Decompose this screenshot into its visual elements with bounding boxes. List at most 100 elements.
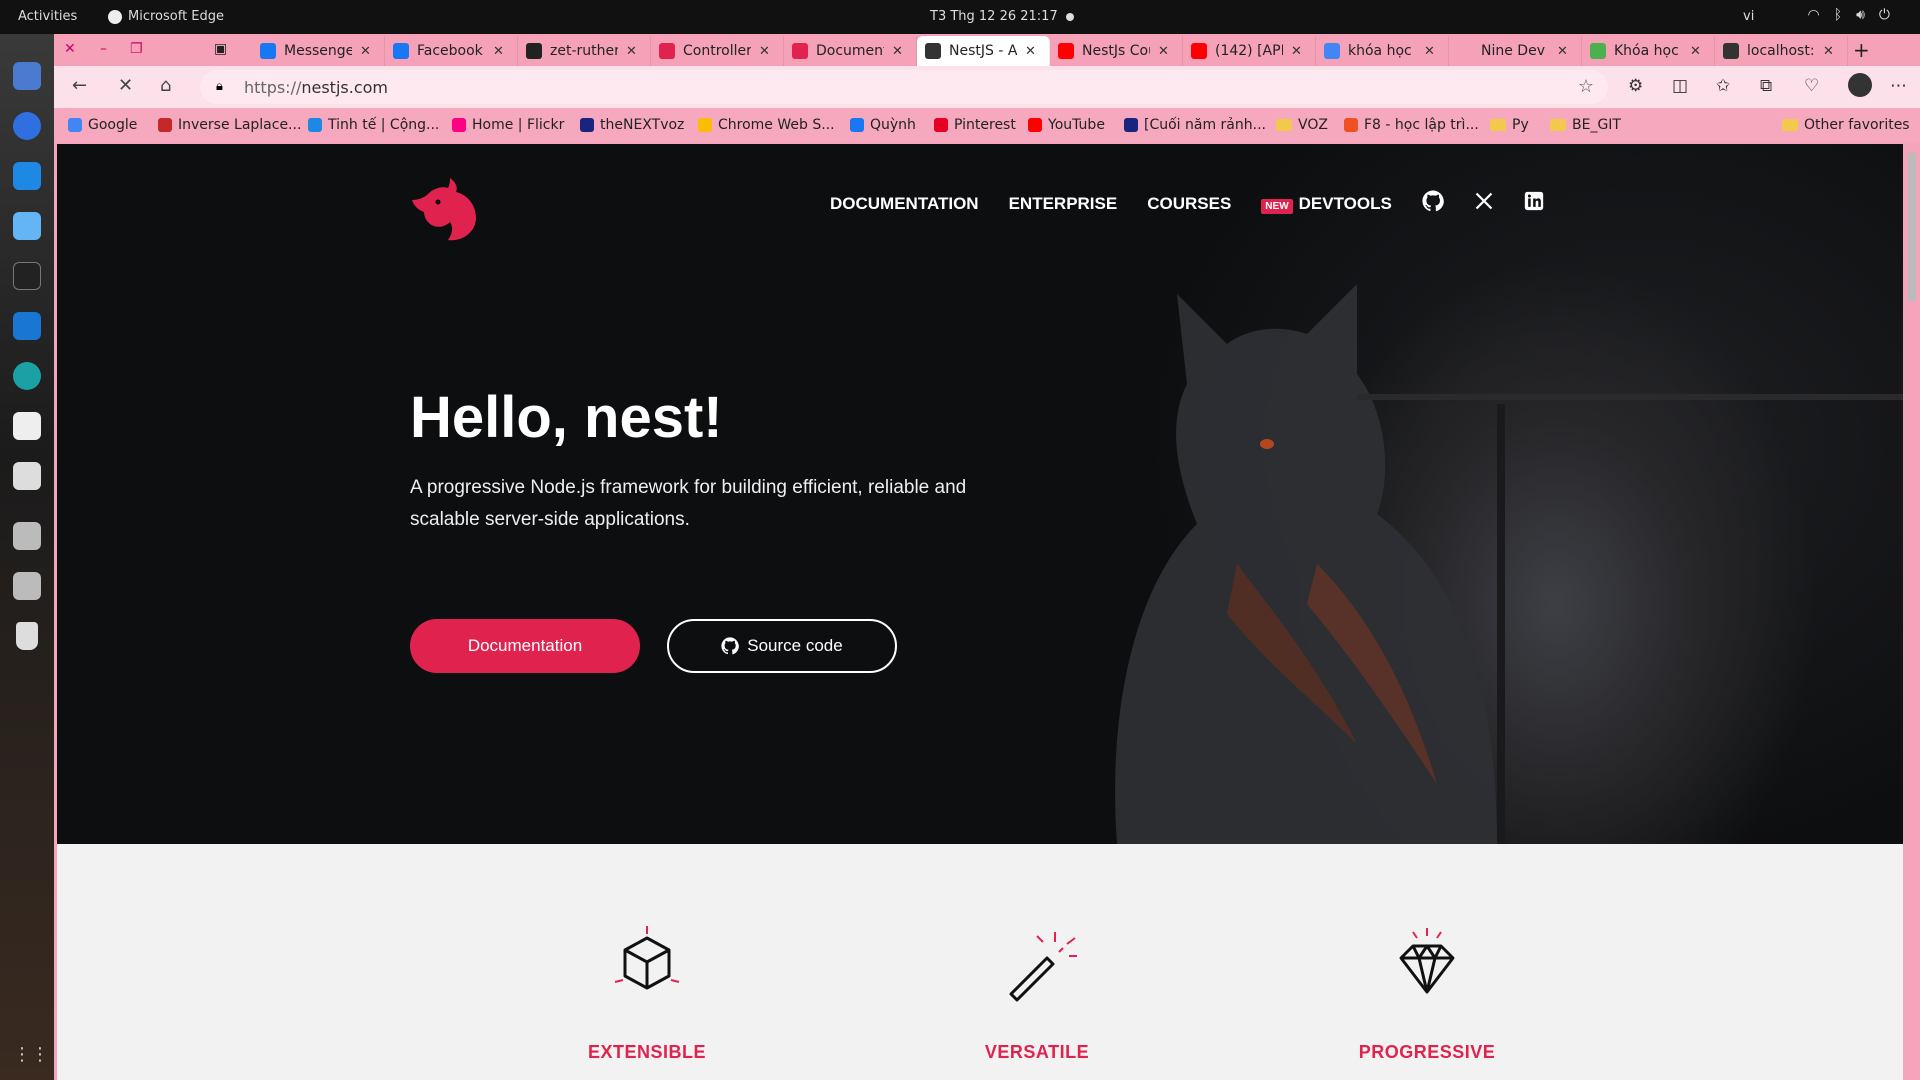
browser-tab[interactable]: Facebook ✕	[385, 36, 518, 66]
bookmark-favicon-icon	[698, 118, 712, 132]
edge-app-icon[interactable]	[13, 362, 41, 390]
bookmark-item[interactable]: F8 - học lập trì...	[1344, 117, 1479, 133]
lock-icon[interactable]: 🔒︎	[216, 79, 223, 94]
bookmark-item[interactable]: Tinh tế | Cộng...	[308, 117, 439, 133]
trash-icon[interactable]	[16, 622, 38, 650]
page-scrollbar[interactable]	[1908, 152, 1916, 1072]
bookmark-item[interactable]: Google	[68, 117, 137, 133]
tab-favicon-icon	[393, 43, 409, 59]
bookmark-item[interactable]: theNEXTvoz	[580, 117, 684, 133]
favorite-star-icon[interactable]: ☆	[1578, 76, 1594, 97]
url-text[interactable]: https://nestjs.com	[244, 78, 388, 97]
browser-tab[interactable]: khóa học ✕	[1316, 36, 1449, 66]
settings-app-icon[interactable]	[13, 62, 41, 90]
activities-button[interactable]: Activities	[18, 9, 77, 24]
close-tab-icon[interactable]: ✕	[759, 44, 770, 59]
collections-icon[interactable]: ⧉	[1760, 76, 1772, 96]
apps-grid-icon[interactable]: ⋮⋮	[13, 1044, 49, 1072]
extensions-icon[interactable]: ⚙	[1628, 76, 1643, 96]
tab-favicon-icon	[925, 43, 941, 59]
app-store-icon[interactable]	[13, 162, 41, 190]
nestjs-logo-icon[interactable]	[410, 174, 480, 244]
close-tab-icon[interactable]: ✕	[493, 44, 504, 59]
app-menu[interactable]: Microsoft Edge	[108, 9, 224, 24]
close-tab-icon[interactable]: ✕	[1291, 44, 1302, 59]
restore-window-icon[interactable]: ❐	[130, 41, 143, 57]
github-icon[interactable]	[1422, 190, 1444, 218]
close-window-icon[interactable]: ✕	[64, 41, 76, 57]
magic-wand-icon	[1009, 932, 1077, 1002]
documentation-button[interactable]: Documentation	[410, 619, 640, 673]
browser-tab[interactable]: zet-rutherford ✕	[518, 36, 651, 66]
browser-tab[interactable]: (142) [API ✕	[1183, 36, 1316, 66]
browser-tab[interactable]: NestJS - A ✕	[917, 36, 1050, 66]
screenshot-app-icon[interactable]	[13, 462, 41, 490]
close-tab-icon[interactable]: ✕	[1690, 44, 1701, 59]
profile-avatar[interactable]	[1848, 73, 1872, 97]
nav-documentation[interactable]: DOCUMENTATION	[830, 194, 979, 214]
input-language[interactable]: vi	[1743, 9, 1754, 24]
browser-tab[interactable]: Documentation ✕	[784, 36, 917, 66]
x-twitter-icon[interactable]	[1474, 191, 1494, 217]
bookmark-item[interactable]: YouTube	[1028, 117, 1105, 133]
split-screen-icon[interactable]: ◫	[1672, 76, 1688, 96]
close-tab-icon[interactable]: ✕	[1158, 44, 1169, 59]
bookmark-item[interactable]: Pinterest	[934, 117, 1016, 133]
close-tab-icon[interactable]: ✕	[360, 44, 371, 59]
browser-tab[interactable]: localhost: ✕	[1715, 36, 1848, 66]
evernote-app-icon[interactable]	[13, 412, 41, 440]
minimize-window-icon[interactable]: –	[100, 41, 107, 57]
bluetooth-icon: ᛒ	[1833, 7, 1843, 23]
address-bar[interactable]: 🔒︎ https://nestjs.com ☆	[200, 70, 1608, 104]
new-tab-button[interactable]: +	[1853, 38, 1870, 62]
close-tab-icon[interactable]: ✕	[1424, 44, 1435, 59]
files-app-icon[interactable]	[13, 212, 41, 240]
bookmark-item[interactable]: Inverse Laplace...	[158, 117, 301, 133]
bookmark-item[interactable]: Chrome Web S...	[698, 117, 835, 133]
browser-app-icon[interactable]	[13, 112, 41, 140]
home-button[interactable]: ⌂	[160, 75, 171, 96]
other-favorites[interactable]: Other favorites	[1782, 117, 1910, 133]
close-tab-icon[interactable]: ✕	[1025, 44, 1036, 59]
tab-title: Documentation	[816, 43, 884, 59]
bookmark-favicon-icon	[1344, 118, 1358, 132]
tab-title: Khóa học	[1614, 43, 1679, 59]
close-tab-icon[interactable]: ✕	[1557, 44, 1568, 59]
clock[interactable]: T3 Thg 12 26 21:17	[930, 9, 1058, 24]
close-tab-icon[interactable]: ✕	[892, 44, 903, 59]
favorites-icon[interactable]: ✩	[1716, 76, 1730, 96]
vscode-app-icon[interactable]	[13, 312, 41, 340]
nav-courses[interactable]: COURSES	[1147, 194, 1231, 214]
bookmark-item[interactable]: Py	[1490, 117, 1529, 133]
terminal-app-icon[interactable]	[13, 262, 41, 290]
performance-icon[interactable]: ♡	[1804, 76, 1819, 96]
scrollbar-thumb[interactable]	[1908, 152, 1916, 302]
bookmark-item[interactable]: [Cuối năm rảnh...	[1124, 117, 1266, 133]
browser-tab[interactable]: Nine Dev ✕	[1449, 36, 1582, 66]
bookmark-item[interactable]: VOZ	[1276, 117, 1328, 133]
bookmark-item[interactable]: Quỳnh	[850, 117, 916, 133]
close-tab-icon[interactable]: ✕	[1823, 44, 1834, 59]
nav-enterprise[interactable]: ENTERPRISE	[1009, 194, 1118, 214]
browser-tab[interactable]: Messenger ✕	[252, 36, 385, 66]
bookmark-label: Pinterest	[954, 117, 1016, 133]
browser-tab[interactable]: Khóa học ✕	[1582, 36, 1715, 66]
bookmark-item[interactable]: Home | Flickr	[452, 117, 564, 133]
drive-icon[interactable]	[13, 522, 41, 550]
bookmark-item[interactable]: BE_GIT	[1550, 117, 1621, 133]
more-menu-icon[interactable]: ⋯	[1890, 76, 1907, 96]
drive-icon[interactable]	[13, 572, 41, 600]
linkedin-icon[interactable]	[1524, 191, 1544, 217]
browser-tab[interactable]: NestJs Course ✕	[1050, 36, 1183, 66]
source-code-button[interactable]: Source code	[667, 619, 897, 673]
diamond-icon	[1399, 928, 1455, 994]
stop-loading-button[interactable]: ✕	[118, 75, 133, 96]
url-host: nestjs.com	[301, 78, 388, 97]
browser-tab[interactable]: Controllers ✕	[651, 36, 784, 66]
tab-actions-icon[interactable]: ▣	[214, 41, 227, 57]
back-button[interactable]: ←	[72, 75, 87, 96]
tab-title: khóa học	[1348, 43, 1412, 59]
nav-devtools[interactable]: NEW DEVTOOLS	[1261, 194, 1392, 214]
close-tab-icon[interactable]: ✕	[626, 44, 637, 59]
system-tray[interactable]: ◠ ᛒ 🔊︎ ⏻	[1807, 7, 1890, 23]
